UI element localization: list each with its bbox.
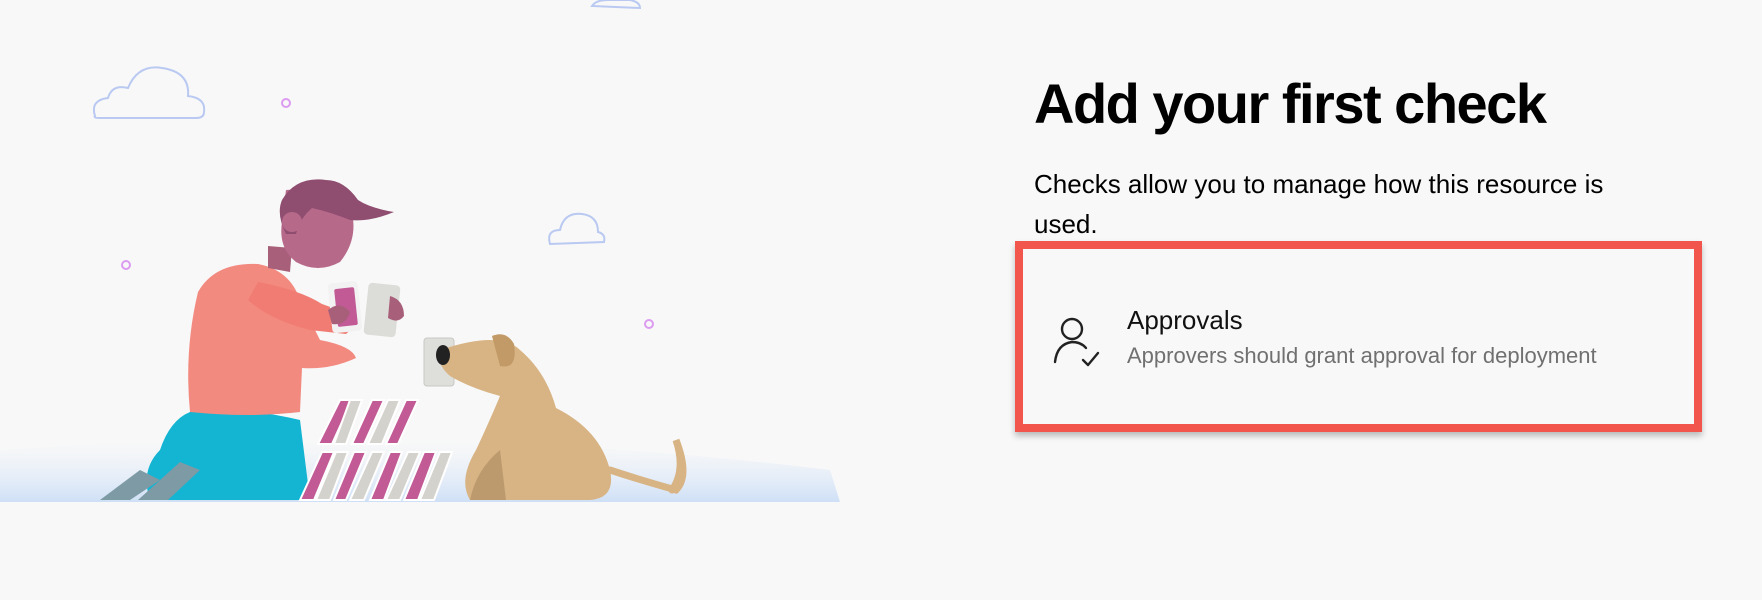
approvals-check-card[interactable]: Approvals Approvers should grant approva…	[1015, 241, 1702, 432]
check-subtitle: Approvers should grant approval for depl…	[1127, 343, 1597, 368]
page-description: Checks allow you to manage how this reso…	[1034, 169, 1604, 239]
person-check-icon	[1049, 312, 1105, 368]
empty-state-content: Add your first check Checks allow you to…	[1034, 70, 1714, 244]
check-title: Approvals	[1127, 305, 1243, 335]
empty-state-illustration	[0, 0, 840, 502]
page-title: Add your first check	[1034, 72, 1547, 135]
